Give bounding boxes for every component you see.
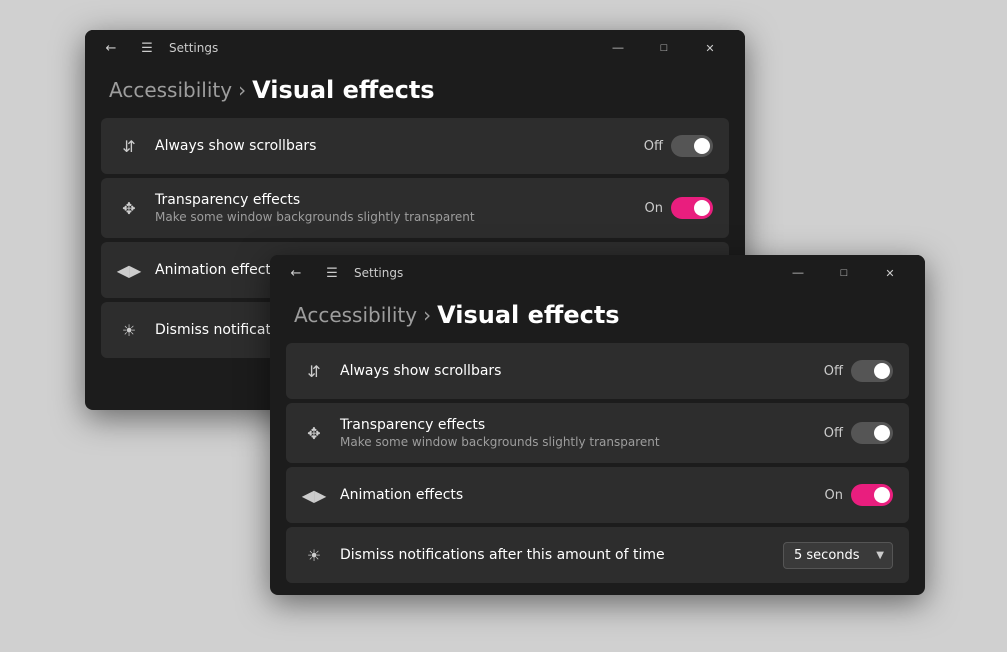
page-header-front: Accessibility › Visual effects: [270, 291, 925, 343]
breadcrumb-parent-front: Accessibility: [294, 303, 417, 327]
scrollbars-icon-front: ⇵: [302, 359, 326, 383]
transparency-label-back: Transparency effects: [155, 192, 645, 208]
transparency-toggle-front[interactable]: [851, 422, 893, 444]
animation-thumb-front: [874, 487, 890, 503]
window-front: ← ☰ Settings — □ ✕ Accessibility › Visua…: [270, 255, 925, 595]
close-button-front[interactable]: ✕: [867, 255, 913, 291]
page-header-back: Accessibility › Visual effects: [85, 66, 745, 118]
animation-setting-front: ◀▶ Animation effects On: [286, 467, 909, 523]
breadcrumb-current-back: Visual effects: [252, 76, 435, 104]
transparency-setting-front: ✥ Transparency effects Make some window …: [286, 403, 909, 463]
dismiss-label-front: Dismiss notifications after this amount …: [340, 547, 783, 563]
breadcrumb-back: Accessibility › Visual effects: [109, 76, 721, 104]
transparency-content-front: Transparency effects Make some window ba…: [340, 417, 824, 449]
maximize-button-front[interactable]: □: [821, 255, 867, 291]
breadcrumb-current-front: Visual effects: [437, 301, 620, 329]
transparency-toggle-back[interactable]: [671, 197, 713, 219]
scrollbars-setting-front: ⇵ Always show scrollbars Off: [286, 343, 909, 399]
transparency-sublabel-back: Make some window backgrounds slightly tr…: [155, 210, 645, 224]
minimize-button-front[interactable]: —: [775, 255, 821, 291]
scrollbars-content-front: Always show scrollbars: [340, 363, 824, 379]
dismiss-control-front: 5 seconds ▼: [783, 542, 893, 569]
animation-control-front: On: [825, 484, 893, 506]
maximize-button-back[interactable]: □: [641, 30, 687, 66]
settings-list-front: ⇵ Always show scrollbars Off ✥ Transpare…: [270, 343, 925, 583]
menu-button-front[interactable]: ☰: [318, 259, 346, 287]
titlebar-back: ← ☰ Settings — □ ✕: [85, 30, 745, 66]
chevron-down-icon: ▼: [876, 550, 884, 561]
scrollbars-thumb-back: [694, 138, 710, 154]
transparency-control-back: On: [645, 197, 713, 219]
dismiss-icon-back: ☀: [117, 318, 141, 342]
transparency-icon-back: ✥: [117, 196, 141, 220]
scrollbars-control-front: Off: [824, 360, 893, 382]
transparency-sublabel-front: Make some window backgrounds slightly tr…: [340, 435, 824, 449]
titlebar-front: ← ☰ Settings — □ ✕: [270, 255, 925, 291]
animation-icon-back: ◀▶: [117, 258, 141, 282]
window-controls-front: — □ ✕: [775, 255, 913, 291]
back-button-front[interactable]: ←: [282, 259, 310, 287]
titlebar-title-back: Settings: [169, 41, 218, 55]
scrollbars-setting-back: ⇵ Always show scrollbars Off: [101, 118, 729, 174]
scrollbars-label-front: Always show scrollbars: [340, 363, 824, 379]
scrollbars-state-back: Off: [644, 139, 663, 154]
menu-button-back[interactable]: ☰: [133, 34, 161, 62]
transparency-icon-front: ✥: [302, 421, 326, 445]
window-controls-back: — □ ✕: [595, 30, 733, 66]
breadcrumb-front: Accessibility › Visual effects: [294, 301, 901, 329]
animation-label-front: Animation effects: [340, 487, 825, 503]
transparency-content-back: Transparency effects Make some window ba…: [155, 192, 645, 224]
titlebar-title-front: Settings: [354, 266, 403, 280]
transparency-state-back: On: [645, 201, 663, 216]
scrollbars-label-back: Always show scrollbars: [155, 138, 644, 154]
transparency-control-front: Off: [824, 422, 893, 444]
animation-content-front: Animation effects: [340, 487, 825, 503]
animation-icon-front: ◀▶: [302, 483, 326, 507]
transparency-thumb-front: [874, 425, 890, 441]
scrollbars-toggle-front[interactable]: [851, 360, 893, 382]
animation-toggle-front[interactable]: [851, 484, 893, 506]
transparency-thumb-back: [694, 200, 710, 216]
dismiss-content-front: Dismiss notifications after this amount …: [340, 547, 783, 563]
scrollbars-content-back: Always show scrollbars: [155, 138, 644, 154]
back-button-back[interactable]: ←: [97, 34, 125, 62]
close-button-back[interactable]: ✕: [687, 30, 733, 66]
transparency-setting-back: ✥ Transparency effects Make some window …: [101, 178, 729, 238]
dismiss-dropdown[interactable]: 5 seconds ▼: [783, 542, 893, 569]
scrollbars-toggle-back[interactable]: [671, 135, 713, 157]
transparency-label-front: Transparency effects: [340, 417, 824, 433]
scrollbars-icon-back: ⇵: [117, 134, 141, 158]
dismiss-dropdown-value: 5 seconds: [794, 548, 860, 563]
breadcrumb-arrow-front: ›: [423, 303, 431, 327]
minimize-button-back[interactable]: —: [595, 30, 641, 66]
breadcrumb-parent-back: Accessibility: [109, 78, 232, 102]
animation-state-front: On: [825, 488, 843, 503]
breadcrumb-arrow-back: ›: [238, 78, 246, 102]
dismiss-setting-front: ☀ Dismiss notifications after this amoun…: [286, 527, 909, 583]
scrollbars-control-back: Off: [644, 135, 713, 157]
transparency-state-front: Off: [824, 426, 843, 441]
scrollbars-thumb-front: [874, 363, 890, 379]
dismiss-icon-front: ☀: [302, 543, 326, 567]
scrollbars-state-front: Off: [824, 364, 843, 379]
